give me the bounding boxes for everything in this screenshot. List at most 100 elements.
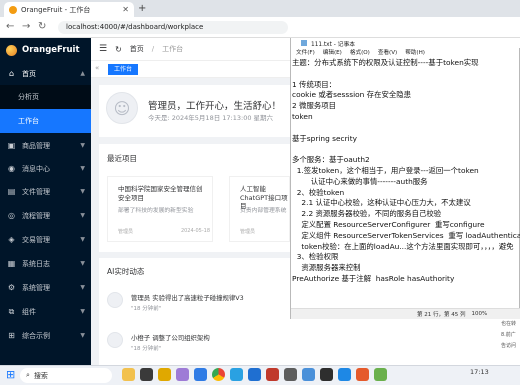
taskbar-app-icon[interactable] bbox=[140, 368, 153, 381]
sidebar-item-trade[interactable]: ◈ 交易管理 ▼ bbox=[0, 228, 91, 251]
sidebar-item-examples[interactable]: ⊞ 综合示例 ▼ bbox=[0, 324, 91, 347]
notepad-title: 111.txt - 记事本 bbox=[311, 41, 356, 48]
taskbar-app-icon[interactable] bbox=[176, 368, 189, 381]
cursor-position: 第 21 行，第 45 列 bbox=[417, 312, 466, 318]
refresh-icon[interactable]: ↻ bbox=[115, 45, 122, 54]
project-card[interactable]: 中国科学院国家安全管理信创安全项目 部署了科技的发展的新型实验 管理员 2024-… bbox=[107, 176, 213, 242]
gear-icon: ⚙ bbox=[7, 283, 16, 292]
sidebar-item-files[interactable]: ▤ 文件管理 ▼ bbox=[0, 180, 91, 203]
file-icon: ▤ bbox=[7, 187, 16, 196]
menu-edit[interactable]: 编辑(E) bbox=[323, 48, 342, 57]
flow-icon: ◎ bbox=[8, 211, 15, 220]
feed-time: "18 分钟前" bbox=[131, 346, 162, 352]
project-footer: 管理员 2024-05-18 bbox=[118, 228, 210, 235]
forward-icon[interactable]: → bbox=[22, 21, 30, 32]
orange-favicon-icon bbox=[9, 5, 17, 14]
avatar bbox=[107, 332, 123, 348]
feed-text: 小橙子 调整了公司组织架构 bbox=[131, 334, 210, 342]
project-user: 管理员 bbox=[118, 229, 134, 235]
taskbar-app-icon[interactable] bbox=[248, 368, 261, 381]
trade-icon: ◈ bbox=[8, 235, 15, 244]
chevron-up-icon: ▲ bbox=[80, 70, 85, 77]
notepad-text-area[interactable]: 主题：分布式系统下的权限及认证控制----基于token实现 1 传统项目： c… bbox=[292, 58, 520, 308]
tab-title: OrangeFruit - 工作台 bbox=[21, 5, 91, 14]
reload-icon[interactable]: ↻ bbox=[38, 21, 46, 32]
project-card[interactable]: 人工智能ChatGPT接口项目 负责内部管理系统 管理员 bbox=[229, 176, 290, 242]
avatar: ☺ bbox=[106, 92, 138, 124]
taskbar-app-icon[interactable] bbox=[194, 368, 207, 381]
chevron-down-icon: ▼ bbox=[80, 212, 85, 219]
chevron-down-icon: ▼ bbox=[80, 188, 85, 195]
app-name: OrangeFruit bbox=[22, 45, 80, 55]
taskbar-app-icon[interactable] bbox=[230, 368, 243, 381]
url-field[interactable]: localhost:4000/#/dashboard/workplace bbox=[58, 21, 288, 34]
sidebar-item-analysis[interactable]: 分析页 bbox=[0, 85, 91, 109]
sidebar-item-system[interactable]: ⚙ 系统管理 ▼ bbox=[0, 276, 91, 299]
taskbar-app-icon[interactable] bbox=[302, 368, 315, 381]
breadcrumb-current: 工作台 bbox=[162, 45, 184, 53]
menu-help[interactable]: 帮助(H) bbox=[405, 48, 425, 57]
back-icon[interactable]: ← bbox=[6, 21, 14, 32]
grid-icon: ⊞ bbox=[8, 331, 15, 340]
menu-format[interactable]: 格式(O) bbox=[350, 48, 370, 57]
tags-scroll-left-icon[interactable]: « bbox=[95, 64, 99, 72]
breadcrumb-home[interactable]: 首页 bbox=[130, 44, 144, 54]
taskbar-app-icon[interactable] bbox=[320, 368, 333, 381]
sidebar-item-messages[interactable]: ◉ 消息中心 ▼ bbox=[0, 157, 91, 180]
notepad-statusbar: 第 21 行，第 45 列 100% bbox=[291, 308, 520, 319]
chevron-down-icon: ▼ bbox=[80, 308, 85, 315]
notepad-menubar: 文件(F) 编辑(E) 格式(O) 查看(V) 帮助(H) bbox=[291, 48, 520, 57]
project-desc: 负责内部管理系统 bbox=[240, 208, 287, 214]
tag-workplace[interactable]: 工作台 bbox=[108, 64, 138, 75]
feed-time: "18 分钟前" bbox=[131, 306, 162, 312]
project-footer: 管理员 bbox=[240, 228, 290, 235]
menu-fold-icon[interactable]: ☰ bbox=[99, 44, 107, 54]
taskbar-app-icon[interactable] bbox=[374, 368, 387, 381]
chevron-down-icon: ▼ bbox=[80, 165, 85, 172]
browser-tab[interactable]: OrangeFruit - 工作台 ✕ bbox=[4, 2, 134, 17]
zoom-level: 100% bbox=[471, 311, 488, 317]
chrome-icon[interactable] bbox=[212, 368, 225, 381]
chevron-down-icon: ▼ bbox=[80, 284, 85, 291]
message-icon: ◉ bbox=[8, 164, 15, 173]
sidebar-item-workplace[interactable]: 工作台 bbox=[0, 109, 91, 133]
breadcrumb-separator: / bbox=[151, 45, 155, 53]
system-clock[interactable]: 17:13 bbox=[470, 368, 489, 376]
taskbar-app-icon[interactable] bbox=[356, 368, 369, 381]
component-icon: ⧉ bbox=[8, 306, 15, 316]
sidebar-item-flow[interactable]: ◎ 流程管理 ▼ bbox=[0, 204, 91, 227]
orange-logo-icon bbox=[6, 44, 17, 56]
windows-start-icon[interactable]: ⊞ bbox=[6, 368, 15, 381]
taskbar-app-icon[interactable] bbox=[122, 368, 135, 381]
chevron-down-icon: ▼ bbox=[80, 236, 85, 243]
menu-file[interactable]: 文件(F) bbox=[296, 48, 315, 57]
taskbar-search[interactable]: ⌕ 搜索 bbox=[20, 368, 112, 383]
sidebar-item-logs[interactable]: ▦ 系统日志 ▼ bbox=[0, 252, 91, 275]
ai-feed-title: AI实时动态 bbox=[107, 267, 145, 276]
notepad-icon bbox=[301, 40, 307, 46]
product-icon: ▣ bbox=[7, 141, 16, 150]
taskbar-app-icon[interactable] bbox=[284, 368, 297, 381]
home-icon: ⌂ bbox=[8, 69, 15, 78]
greeting-date: 今天是: 2024年5月18日 17:13:00 星期六 bbox=[148, 114, 274, 122]
sidebar-item-products[interactable]: ▣ 商品管理 ▼ bbox=[0, 134, 91, 157]
recent-projects-title: 最近项目 bbox=[107, 154, 137, 163]
app-logo[interactable]: OrangeFruit bbox=[0, 38, 91, 62]
new-tab-icon[interactable]: + bbox=[138, 3, 146, 14]
greeting-title: 管理员，工作开心，生活舒心！ bbox=[148, 101, 282, 112]
project-date: 2024-05-18 bbox=[180, 228, 210, 234]
taskbar-app-icon[interactable] bbox=[266, 368, 279, 381]
breadcrumb: ☰ ↻ 首页 / 工作台 bbox=[91, 38, 290, 61]
vscode-icon[interactable] bbox=[338, 368, 351, 381]
close-icon[interactable]: ✕ bbox=[122, 5, 129, 14]
project-title: 中国科学院国家安全管理信创安全项目 bbox=[118, 185, 203, 202]
sidebar-item-components[interactable]: ⧉ 组件 ▼ bbox=[0, 300, 91, 323]
background-window-peek: 也在转 8.前广 告访问 bbox=[498, 319, 520, 365]
avatar bbox=[107, 292, 123, 308]
chevron-down-icon: ▼ bbox=[80, 142, 85, 149]
project-user: 管理员 bbox=[240, 229, 256, 235]
notepad-titlebar: 111.txt - 记事本 bbox=[291, 38, 520, 48]
sidebar-item-home[interactable]: ⌂ 首页 ▲ bbox=[0, 62, 91, 85]
file-explorer-icon[interactable] bbox=[158, 368, 171, 381]
menu-view[interactable]: 查看(V) bbox=[378, 48, 397, 57]
